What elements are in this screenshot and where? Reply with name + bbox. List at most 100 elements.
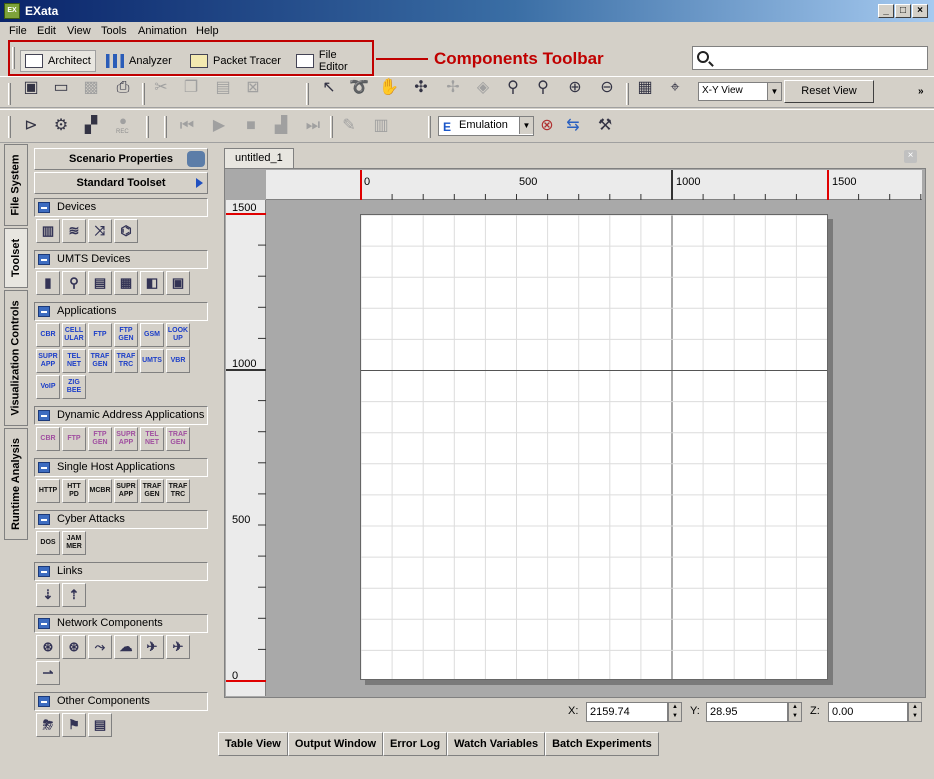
tool-button[interactable]: ✈ (166, 635, 190, 659)
close-icon[interactable]: × (904, 150, 917, 163)
tool-button[interactable]: ⚲ (62, 271, 86, 295)
collapse-icon[interactable] (38, 202, 50, 213)
tab-watch-variables[interactable]: Watch Variables (447, 732, 546, 756)
rotate-alt-icon[interactable]: ✢ (442, 77, 464, 99)
view-select[interactable]: X-Y View ▼ (698, 82, 782, 101)
category-header[interactable]: Other Components (34, 692, 208, 711)
tool-button[interactable]: CBR (36, 323, 60, 347)
search-input[interactable] (692, 46, 928, 70)
select-arrow-icon[interactable]: ↖ (318, 77, 340, 99)
tool-button[interactable]: ⊛ (62, 635, 86, 659)
paste-icon[interactable]: ▤ (212, 77, 234, 99)
toolbar-grip[interactable] (306, 83, 309, 105)
tab-visualization-controls[interactable]: Visualization Controls (4, 290, 28, 426)
play-icon[interactable]: ▶ (208, 115, 230, 137)
tool-button[interactable]: JAM MER (62, 531, 86, 555)
tool-button[interactable]: ✈ (140, 635, 164, 659)
tool-button[interactable]: ⤳ (88, 635, 112, 659)
tool-button[interactable]: ▣ (166, 271, 190, 295)
tool-button[interactable]: ▦ (114, 271, 138, 295)
tool-button[interactable]: TEL NET (140, 427, 164, 451)
tool-button[interactable]: ⌬ (114, 219, 138, 243)
z-spinner[interactable]: ▲ ▼ (908, 702, 922, 722)
copy-icon[interactable]: ❐ (180, 77, 202, 99)
collapse-icon[interactable] (38, 696, 50, 707)
tool-button[interactable]: ⇡ (62, 583, 86, 607)
scenario-properties-button[interactable]: Scenario Properties (34, 148, 208, 170)
toolbar-grip[interactable] (8, 83, 11, 105)
category-header[interactable]: Links (34, 562, 208, 581)
tab-file-editor[interactable]: File Editor (292, 49, 372, 73)
tools-icon[interactable]: ⚒ (594, 115, 616, 137)
collapse-icon[interactable] (38, 514, 50, 525)
tab-architect[interactable]: Architect (20, 50, 96, 72)
tab-analyzer[interactable]: Analyzer (102, 50, 176, 72)
tab-output-window[interactable]: Output Window (287, 732, 383, 756)
print-icon[interactable]: ⎙ (112, 77, 134, 99)
scenario-canvas[interactable] (360, 214, 828, 680)
tool-button[interactable]: FTP GEN (88, 427, 112, 451)
tab-error-log[interactable]: Error Log (383, 732, 448, 756)
tool-button[interactable]: ⊛ (36, 635, 60, 659)
tool-button[interactable]: ⇣ (36, 583, 60, 607)
delete-icon[interactable]: ⊠ (242, 77, 264, 99)
new-file-icon[interactable]: ▣ (20, 77, 42, 99)
mode-select[interactable]: E Emulation ▼ (438, 116, 534, 136)
step-icon[interactable]: ▟ (270, 115, 292, 137)
category-header[interactable]: Network Components (34, 614, 208, 633)
chevron-down-icon[interactable]: ▼ (519, 117, 533, 134)
menu-view[interactable]: View (67, 25, 91, 37)
collapse-icon[interactable] (38, 566, 50, 577)
pan-hand-icon[interactable]: ✋ (378, 77, 400, 99)
camera-icon[interactable]: ⌖ (664, 77, 686, 99)
menu-edit[interactable]: Edit (37, 25, 56, 37)
open-folder-icon[interactable]: ▭ (50, 77, 72, 99)
toolbar-grip[interactable] (8, 116, 11, 138)
category-header[interactable]: UMTS Devices (34, 250, 208, 269)
collapse-icon[interactable] (38, 306, 50, 317)
tool-button[interactable]: ◧ (140, 271, 164, 295)
zoom-icon[interactable]: ⚲ (502, 77, 524, 99)
tool-button[interactable]: HTTP (36, 479, 60, 503)
tool-button[interactable]: ZIG BEE (62, 375, 86, 399)
clapper-icon[interactable]: ▞ (80, 115, 102, 137)
menu-tools[interactable]: Tools (101, 25, 127, 37)
chevron-down-icon[interactable]: ▼ (767, 83, 781, 100)
skip-back-icon[interactable]: ⏮ (176, 115, 198, 137)
tab-batch-experiments[interactable]: Batch Experiments (545, 732, 659, 756)
lasso-icon[interactable]: ➰ (348, 77, 370, 99)
tab-table-view[interactable]: Table View (218, 732, 288, 756)
zoom-out-icon[interactable]: ⊖ (596, 77, 618, 99)
y-coordinate-field[interactable]: 28.95 (706, 702, 788, 722)
menu-animation[interactable]: Animation (138, 25, 187, 37)
tool-button[interactable]: ▮ (36, 271, 60, 295)
tool-button[interactable]: TRAF GEN (140, 479, 164, 503)
minimize-button[interactable]: _ (878, 4, 894, 18)
toolbar-overflow-icon[interactable]: » (918, 86, 924, 97)
tool-button[interactable]: ⇀ (36, 661, 60, 685)
tab-toolset[interactable]: Toolset (4, 228, 28, 288)
gear-icon[interactable]: ⚙ (50, 115, 72, 137)
tool-button[interactable]: ▤ (88, 713, 112, 737)
cube-icon[interactable]: ◈ (472, 77, 494, 99)
tab-runtime-analysis[interactable]: Runtime Analysis (4, 428, 28, 540)
edit-icon[interactable]: ✎ (338, 115, 360, 137)
tool-button[interactable]: TRAF TRC (166, 479, 190, 503)
stats-icon[interactable]: ▥ (370, 115, 392, 137)
tool-button[interactable]: CBR (36, 427, 60, 451)
collapse-icon[interactable] (38, 618, 50, 629)
tool-button[interactable]: TEL NET (62, 349, 86, 373)
toolbar-grip[interactable] (428, 116, 431, 138)
tool-button[interactable]: FTP (62, 427, 86, 451)
tool-button[interactable]: VoIP (36, 375, 60, 399)
category-header[interactable]: Cyber Attacks (34, 510, 208, 529)
category-header[interactable]: Dynamic Address Applications (34, 406, 208, 425)
tool-button[interactable]: UMTS (140, 349, 164, 373)
swap-arrows-icon[interactable]: ⇆ (562, 115, 584, 137)
tab-file-system[interactable]: File System (4, 144, 28, 226)
tool-button[interactable]: ⚑ (62, 713, 86, 737)
toolbar-grip[interactable] (164, 116, 167, 138)
collapse-icon[interactable] (38, 410, 50, 421)
x-coordinate-field[interactable]: 2159.74 (586, 702, 668, 722)
tool-button[interactable]: SUPR APP (36, 349, 60, 373)
